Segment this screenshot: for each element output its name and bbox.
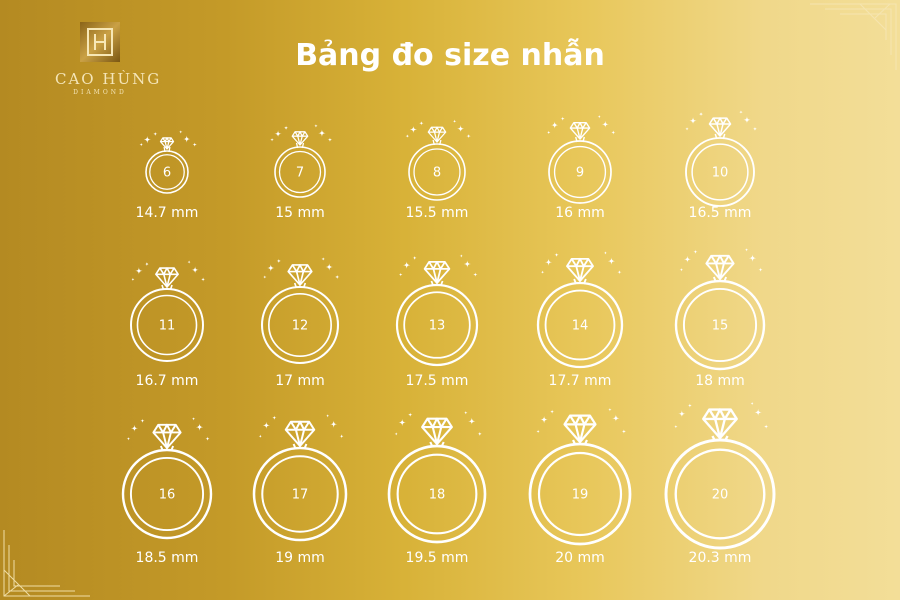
diamond-icon	[291, 131, 309, 149]
ring-size-15: 15 18 mm	[674, 248, 766, 389]
diamond-icon	[423, 261, 451, 287]
diamond-icon	[566, 257, 594, 285]
ring-size-18: 18 19.5 mm	[387, 410, 487, 566]
ring-diameter-label: 19 mm	[275, 550, 325, 566]
sparkle-icon	[674, 401, 769, 429]
diamond-icon	[569, 121, 591, 143]
ring-size-14: 14 17.7 mm	[536, 251, 624, 389]
ring-diameter-label: 17.5 mm	[406, 373, 469, 389]
ring-size-number: 19	[572, 488, 589, 503]
ring-size-19: 19 20 mm	[528, 407, 632, 566]
ring-size-6: 6 14.7 mm	[136, 130, 199, 221]
ring-size-number: 14	[572, 319, 589, 334]
sparkle-icon	[394, 410, 482, 437]
ring-size-number: 7	[296, 166, 304, 181]
ring-size-11: 11 16.7 mm	[130, 260, 206, 389]
ring-diameter-label: 17.7 mm	[549, 373, 612, 389]
ring-size-number: 18	[429, 488, 446, 503]
ring-size-number: 8	[433, 166, 441, 181]
diamond-icon	[159, 137, 175, 153]
ring-size-13: 13 17.5 mm	[395, 254, 479, 389]
diamond-icon	[155, 267, 179, 291]
ring-size-7: 7 15 mm	[270, 124, 333, 221]
ring-size-number: 17	[292, 488, 309, 503]
ring-grid: 614.7 mm715 mm815.5 mm916 mm1016.5 mm111…	[121, 110, 776, 566]
ring-size-10: 10 16.5 mm	[685, 110, 758, 221]
ring-size-8: 8 15.5 mm	[406, 119, 471, 221]
ring-diameter-label: 15.5 mm	[406, 205, 469, 221]
ring-size-number: 11	[159, 319, 176, 334]
sparkle-icon	[536, 407, 627, 434]
ring-size-number: 12	[292, 319, 309, 334]
ring-diameter-label: 19.5 mm	[406, 550, 469, 566]
diamond-icon	[287, 264, 313, 289]
diamond-icon	[421, 417, 453, 448]
ring-diameter-label: 16.5 mm	[689, 205, 752, 221]
ring-size-20: 20 20.3 mm	[664, 401, 776, 566]
diamond-icon	[708, 117, 732, 140]
diamond-icon	[702, 408, 738, 442]
diamond-icon	[427, 126, 447, 146]
ring-diameter-label: 17 mm	[275, 373, 325, 389]
ring-size-number: 9	[576, 166, 584, 181]
diamond-icon	[705, 254, 735, 283]
ring-size-number: 13	[429, 319, 446, 334]
diamond-icon	[152, 423, 182, 452]
ring-diameter-label: 18 mm	[695, 373, 745, 389]
ring-size-number: 16	[159, 488, 176, 503]
ring-diameter-label: 20.3 mm	[689, 550, 752, 566]
ring-diameter-label: 16 mm	[555, 205, 605, 221]
ring-diameter-label: 14.7 mm	[136, 205, 199, 221]
ring-size-number: 15	[712, 319, 729, 334]
ring-size-17: 17 19 mm	[252, 413, 348, 566]
ring-size-number: 20	[712, 488, 729, 503]
ring-size-9: 9 16 mm	[546, 114, 616, 221]
ring-size-16: 16 18.5 mm	[121, 417, 213, 566]
diamond-icon	[284, 420, 316, 450]
ring-size-chart: CAO HÙNG DIAMOND Bảng đo size nhẫn 6 14.7…	[0, 0, 900, 600]
ring-diameter-label: 16.7 mm	[136, 373, 199, 389]
ring-size-number: 6	[163, 166, 171, 181]
ring-size-number: 10	[712, 166, 729, 181]
diamond-icon	[563, 414, 597, 446]
ring-diameter-label: 18.5 mm	[136, 550, 199, 566]
ring-diameter-label: 20 mm	[555, 550, 605, 566]
ring-size-12: 12 17 mm	[260, 257, 340, 389]
ring-diameter-label: 15 mm	[275, 205, 325, 221]
